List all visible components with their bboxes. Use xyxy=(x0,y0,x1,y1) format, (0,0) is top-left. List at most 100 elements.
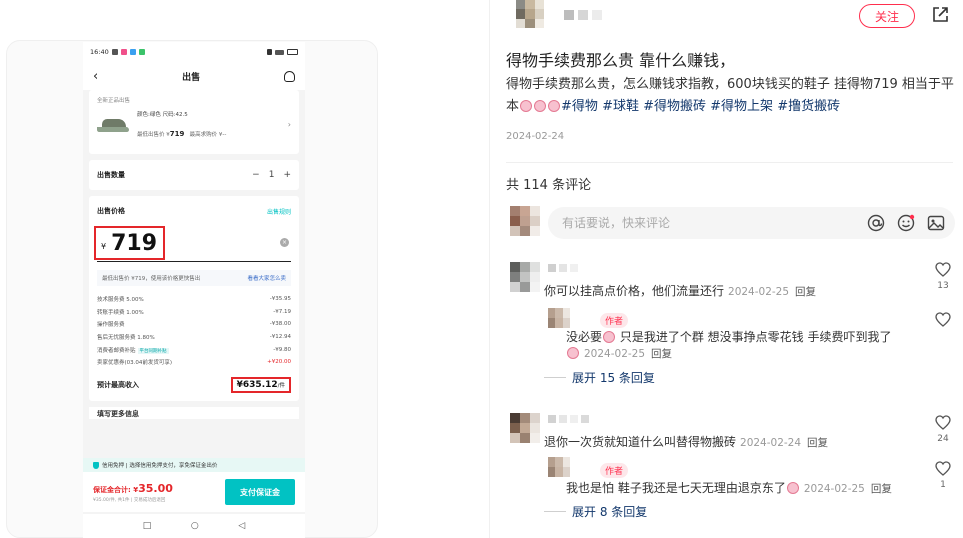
emoji-icon[interactable] xyxy=(897,214,915,232)
comment-text: 你可以挂高点价格，他们流量还行 xyxy=(544,284,725,298)
share-icon[interactable] xyxy=(931,6,949,24)
heart-icon[interactable] xyxy=(935,461,951,476)
fee-label: 技术服务费 5.00% xyxy=(97,297,144,304)
app-icon xyxy=(138,49,145,55)
hashtag-link[interactable]: #得物 xyxy=(561,99,598,114)
sub-comment-date: 2024-02-25 xyxy=(584,348,646,360)
commenter-name[interactable] xyxy=(548,415,589,423)
deposit-label: 保证金合计: ¥ xyxy=(93,485,139,494)
price-hint-text: 最低出售价 ¥719，使用该价格更快售出 xyxy=(102,276,201,282)
commenter-avatar[interactable] xyxy=(510,262,540,292)
phone-status-bar: 16:40 xyxy=(83,42,305,62)
chevron-right-icon: › xyxy=(287,119,291,129)
sub-comment-text: 没必要 xyxy=(566,330,603,344)
reply-button[interactable]: 回复 xyxy=(807,437,828,449)
hashtag-link[interactable]: #得物搬砖 xyxy=(643,99,706,114)
subsidy-tag: 平台同期补贴 xyxy=(137,347,169,354)
image-icon[interactable] xyxy=(927,214,945,232)
note-description: 得物手续费那么贵，怎么赚钱求指教，600块钱买的鞋子 挂得物719 相当于平本 #… xyxy=(506,74,956,118)
reply-button[interactable]: 回复 xyxy=(795,286,816,298)
fee-value: -¥38.00 xyxy=(269,321,291,328)
vibrate-icon xyxy=(267,49,272,55)
hashtag-link[interactable]: #撸货搬砖 xyxy=(777,99,840,114)
signal-icon xyxy=(275,49,284,55)
comment-date: 2024-02-24 xyxy=(740,437,802,449)
heart-icon[interactable] xyxy=(935,312,951,327)
phone-footer: 保证金合计: ¥35.00 ¥35.00/件, 共1件 | 交易成功后退回 支付… xyxy=(83,472,305,512)
comment-text-row: 你可以挂高点价格，他们流量还行 2024-02-25 回复 xyxy=(544,282,816,299)
phone-page-title: 出售 xyxy=(182,72,201,83)
quantity-value: 1 xyxy=(268,170,275,180)
sub-comment-meta-row: 2024-02-25 回复 xyxy=(566,346,672,361)
android-nav-bar: □ ○ ◁ xyxy=(83,514,305,538)
reply-button[interactable]: 回复 xyxy=(871,483,892,495)
price-value: 719 xyxy=(111,230,158,256)
comment-item: 退你一次货就知道什么叫替得物搬砖 2024-02-24 回复 24 作者 我也是怕 … xyxy=(506,413,955,537)
deposit-note: ¥35.00/件, 共1件 | 交易成功后退回 xyxy=(93,497,166,503)
battery-icon xyxy=(287,49,298,55)
price-input-row: ¥ 719 × xyxy=(94,226,291,262)
author-reply-avatar[interactable] xyxy=(548,308,570,328)
notification-icon xyxy=(111,49,118,55)
heart-icon[interactable] xyxy=(935,262,951,277)
fee-label: 消费者邮费补贴 xyxy=(97,347,136,354)
currency-symbol: ¥ xyxy=(101,241,107,251)
app-icon xyxy=(120,49,127,55)
commenter-name[interactable] xyxy=(548,264,578,272)
comment-count: 共 114 条评论 xyxy=(506,178,592,193)
author-avatar[interactable] xyxy=(516,0,544,28)
like-button[interactable]: 13 xyxy=(931,262,955,291)
shoe-icon xyxy=(97,116,129,132)
quantity-stepper: − 1 + xyxy=(252,170,291,180)
at-icon[interactable] xyxy=(867,214,885,232)
note-image-pane: 16:40 ‹ 出售 全新正品出售 颜色:绿色 尺码:42.5 最低出售价 ¥7… xyxy=(0,0,490,538)
emoji-icon xyxy=(534,100,547,112)
like-button[interactable] xyxy=(931,312,955,331)
reply-button[interactable]: 回复 xyxy=(651,348,672,360)
product-spec: 颜色:绿色 尺码:42.5 xyxy=(137,112,188,118)
fee-list: 技术服务费 5.00% -¥35.95 转账手续费 1.00% -¥7.19 操作服… xyxy=(97,293,291,369)
like-button[interactable]: 1 xyxy=(931,461,955,490)
pay-deposit-button: 支付保证金 xyxy=(225,479,295,505)
my-avatar xyxy=(510,206,540,236)
income-highlight-box: ¥635.12/件 xyxy=(230,376,291,393)
status-time: 16:40 xyxy=(90,48,109,56)
sub-comment-date: 2024-02-25 xyxy=(803,483,865,495)
like-button[interactable]: 24 xyxy=(931,415,955,444)
expand-replies-text[interactable]: 展开 15 条回复 xyxy=(572,369,655,386)
author-tag: 作者 xyxy=(600,313,629,328)
hashtag-link[interactable]: #球鞋 xyxy=(602,99,639,114)
lowest-price-label: 最低出售价 ¥ xyxy=(137,132,170,138)
expand-replies-link[interactable]: 展开 8 条回复 xyxy=(544,503,647,520)
sub-comment-text-row: 我也是怕 鞋子我还是七天无理由退京东了 2024-02-25 回复 xyxy=(566,479,892,496)
quantity-label: 出售数量 xyxy=(97,171,125,179)
comment-input-row xyxy=(506,206,955,240)
phone-screenshot: 16:40 ‹ 出售 全新正品出售 颜色:绿色 尺码:42.5 最低出售价 ¥7… xyxy=(83,42,305,538)
author-bar: 关注 xyxy=(506,0,955,32)
income-label: 预计最高收入 xyxy=(97,380,139,389)
shield-icon xyxy=(93,461,99,469)
back-icon: ◁ xyxy=(238,521,246,531)
heart-icon[interactable] xyxy=(935,415,951,430)
product-label: 全新正品出售 xyxy=(97,98,131,104)
back-arrow-icon: ‹ xyxy=(93,68,99,84)
expand-replies-text[interactable]: 展开 8 条回复 xyxy=(572,503,647,520)
fee-label: 卖家优惠券(03.04前发货可享) xyxy=(97,360,173,367)
expand-replies-link[interactable]: 展开 15 条回复 xyxy=(544,369,655,386)
fee-value: +¥20.00 xyxy=(267,359,291,366)
author-name[interactable] xyxy=(564,10,602,20)
comment-text-row: 退你一次货就知道什么叫替得物搬砖 2024-02-24 回复 xyxy=(544,433,828,450)
price-highlight-box: ¥ 719 xyxy=(94,226,165,260)
author-reply-avatar[interactable] xyxy=(548,457,570,477)
follow-button[interactable]: 关注 xyxy=(859,4,915,28)
price-hint-link: 看看大家怎么卖 xyxy=(247,276,286,282)
note-date: 2024-02-24 xyxy=(506,131,565,142)
commenter-avatar[interactable] xyxy=(510,413,540,443)
quantity-card: 出售数量 − 1 + xyxy=(89,160,299,190)
product-card: 全新正品出售 颜色:绿色 尺码:42.5 最低出售价 ¥719 最高求购价 ¥-… xyxy=(89,90,299,154)
emoji-icon xyxy=(567,347,579,359)
sale-rules-link: 出售规则 xyxy=(266,208,291,216)
fee-row: 消费者邮费补贴 平台同期补贴 -¥9.80 xyxy=(97,343,291,356)
sub-comment-text-cont: 只是我进了个群 想没事挣点零花钱 手续费吓到我了 xyxy=(616,330,892,344)
hashtag-link[interactable]: #得物上架 xyxy=(710,99,773,114)
